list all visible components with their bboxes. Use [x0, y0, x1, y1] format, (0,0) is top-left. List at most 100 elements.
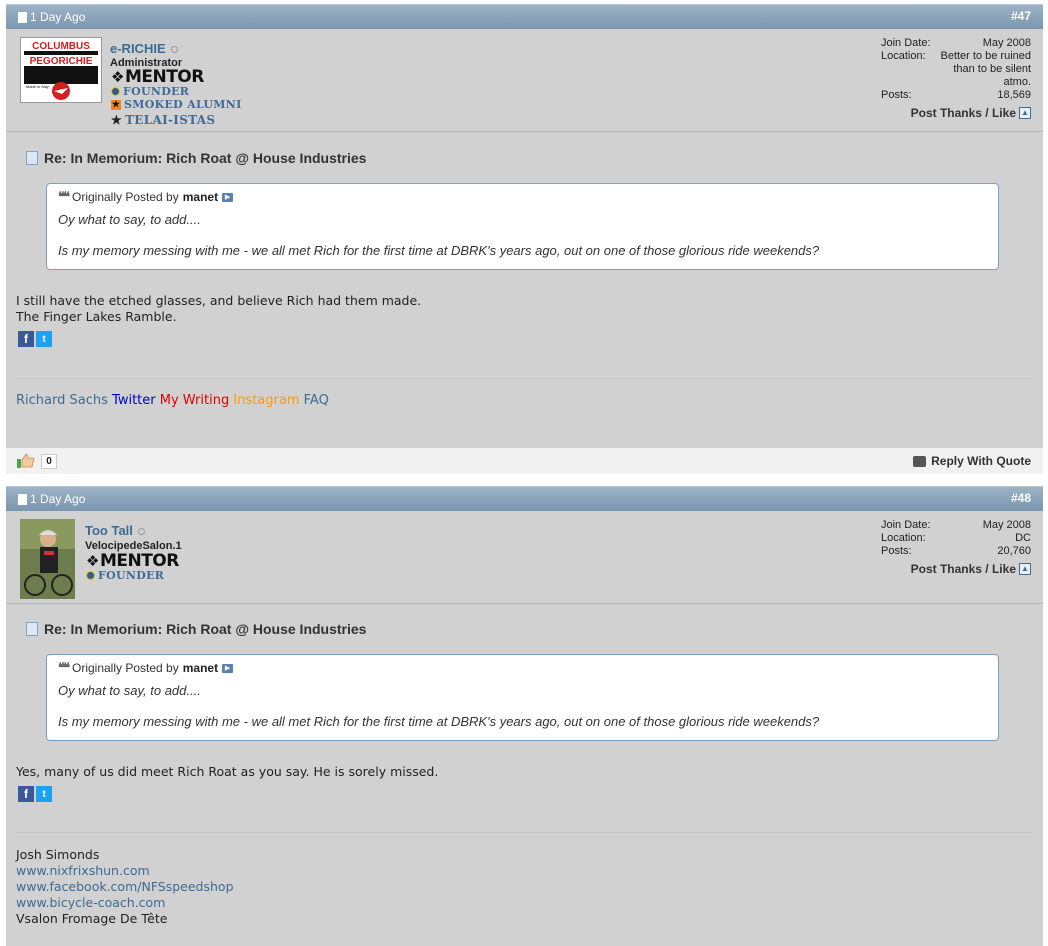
avatar-image: COLUMBUS PEGORICHIE Made in Italy [23, 40, 99, 100]
user-stats: Join Date: May 2008 Location: DC Posts: 20,… [881, 519, 1031, 576]
mentor-icon: ❖ [111, 68, 124, 86]
share-buttons: f t [18, 786, 52, 802]
signature-link[interactable]: Richard Sachs [16, 393, 108, 408]
post-title: Re: In Memorium: Rich Roat @ House Indus… [26, 621, 366, 637]
quote-line-1: Oy what to say, to add.... [58, 683, 201, 698]
twitter-icon[interactable]: t [36, 331, 52, 347]
post-thanks-like[interactable]: Post Thanks / Like ▲ [881, 562, 1031, 576]
founder-badge-icon [86, 571, 95, 580]
mentor-icon: ❖ [86, 552, 99, 570]
thanks-up-icon[interactable]: ▲ [1019, 107, 1031, 119]
avatar[interactable]: COLUMBUS PEGORICHIE Made in Italy [20, 37, 102, 103]
rank-mentor: ❖MENTOR [111, 67, 204, 87]
goto-post-icon[interactable]: ▶ [222, 192, 234, 202]
user-info: COLUMBUS PEGORICHIE Made in Italy e-RICH… [6, 29, 1043, 132]
online-status-icon [170, 46, 178, 54]
avatar-mid-text: PEGORICHIE [30, 56, 93, 67]
reply-with-quote-button[interactable]: Reply With Quote [913, 454, 1031, 468]
post-header: 1 Day Ago #47 [6, 4, 1043, 29]
quote-header: ❝❝ Originally Posted by manet ▶ [58, 660, 234, 676]
avatar[interactable] [20, 519, 75, 599]
document-icon [18, 493, 27, 505]
posts-value: 18,569 [997, 89, 1031, 101]
location-label: Location: [881, 50, 926, 62]
quote-header: ❝❝ Originally Posted by manet ▶ [58, 189, 234, 205]
post-body: Yes, many of us did meet Rich Roat as yo… [16, 764, 438, 780]
quote-line-2: Is my memory messing with me - we all me… [58, 714, 820, 729]
online-status-icon [137, 528, 145, 536]
post-47: 1 Day Ago #47 COLUMBUS PEGORICHIE Made i… [6, 4, 1043, 474]
avatar-top-text: COLUMBUS [32, 41, 90, 52]
location-label: Location: [881, 532, 926, 544]
user-stats: Join Date: May 2008 Location: Better to be… [881, 37, 1031, 120]
rank-mentor: ❖MENTOR [86, 551, 179, 571]
join-date-label: Join Date: [881, 37, 931, 49]
body-line: Yes, many of us did meet Rich Roat as yo… [16, 764, 439, 779]
post-thanks-like[interactable]: Post Thanks / Like ▲ [881, 106, 1031, 120]
location-value: Better to be ruined than to be silent at… [940, 50, 1031, 88]
rank-smoked-alumni: ★ SMOKED ALUMNI [111, 98, 242, 111]
signature: Richard Sachs Twitter My Writing Instagr… [16, 393, 329, 408]
post-number-link[interactable]: #48 [1011, 491, 1031, 505]
rank-founder: FOUNDER [111, 85, 189, 98]
quote-line-2: Is my memory messing with me - we all me… [58, 243, 820, 258]
post-body: I still have the etched glasses, and bel… [16, 293, 421, 325]
body-line: I still have the etched glasses, and bel… [16, 293, 422, 308]
signature-link[interactable]: www.facebook.com/NFSspeedshop [16, 879, 234, 895]
post-title-icon [26, 622, 38, 636]
signature-divider [16, 832, 1032, 833]
post-date: 1 Day Ago [18, 492, 85, 506]
posts-label: Posts: [881, 89, 912, 101]
like-count: 0 [41, 454, 57, 469]
signature-name: Josh Simonds [16, 847, 100, 862]
post-title: Re: In Memorium: Rich Roat @ House Indus… [26, 150, 366, 166]
quote-author: manet [182, 661, 219, 675]
user-info: Too Tall VelocipedeSalon.1 ❖MENTOR FOUND… [6, 511, 1043, 604]
star-icon: ★ [111, 113, 123, 127]
post-header: 1 Day Ago #48 [6, 486, 1043, 511]
posts-value: 20,760 [997, 545, 1031, 557]
avatar-small-text: Made in Italy [26, 84, 49, 89]
twitter-icon[interactable]: t [36, 786, 52, 802]
quote-author: manet [182, 190, 219, 204]
posts-label: Posts: [881, 545, 912, 557]
signature-link[interactable]: www.nixfrixshun.com [16, 863, 234, 879]
facebook-icon[interactable]: f [18, 786, 34, 802]
document-icon [18, 11, 27, 23]
quote-marks-icon: ❝❝ [58, 189, 70, 204]
signature-link[interactable]: My Writing [160, 393, 229, 408]
signature-link[interactable]: FAQ [304, 393, 329, 408]
location-value: DC [1015, 532, 1031, 544]
founder-badge-icon [111, 87, 120, 96]
goto-post-icon[interactable]: ▶ [222, 663, 234, 673]
post-48: 1 Day Ago #48 Too Tall VelocipedeSalon.1… [6, 486, 1043, 946]
signature-divider [16, 378, 1032, 379]
post-number-link[interactable]: #47 [1011, 9, 1031, 23]
rank-telai-istas: ★ TELAI-ISTAS [111, 113, 216, 127]
post-footer: 0 Reply With Quote [6, 448, 1043, 474]
signature-link[interactable]: Twitter [112, 393, 156, 408]
post-title-icon [26, 151, 38, 165]
post-date: 1 Day Ago [18, 10, 85, 24]
username-link[interactable]: e-RICHIE [110, 41, 178, 56]
avatar-image [20, 519, 75, 599]
share-buttons: f t [18, 331, 52, 347]
signature-link[interactable]: www.bicycle-coach.com [16, 895, 234, 911]
reply-quote-icon [913, 455, 927, 467]
signature: Josh Simonds www.nixfrixshun.com www.fac… [16, 847, 234, 927]
username-link[interactable]: Too Tall [85, 523, 145, 538]
thanks-up-icon[interactable]: ▲ [1019, 563, 1031, 575]
quote-marks-icon: ❝❝ [58, 660, 70, 675]
like-thumb-icon[interactable] [17, 453, 35, 469]
star-badge-icon: ★ [111, 99, 121, 110]
quote-block: ❝❝ Originally Posted by manet ▶ Oy what … [46, 654, 999, 741]
join-date-value: May 2008 [982, 37, 1031, 49]
signature-link[interactable]: Instagram [233, 393, 299, 408]
facebook-icon[interactable]: f [18, 331, 34, 347]
body-line: The Finger Lakes Ramble. [16, 309, 177, 324]
quote-line-1: Oy what to say, to add.... [58, 212, 201, 227]
join-date-label: Join Date: [881, 519, 931, 531]
quote-block: ❝❝ Originally Posted by manet ▶ Oy what … [46, 183, 999, 270]
signature-tagline: Vsalon Fromage De Tête [16, 911, 168, 926]
rank-founder: FOUNDER [86, 569, 164, 582]
